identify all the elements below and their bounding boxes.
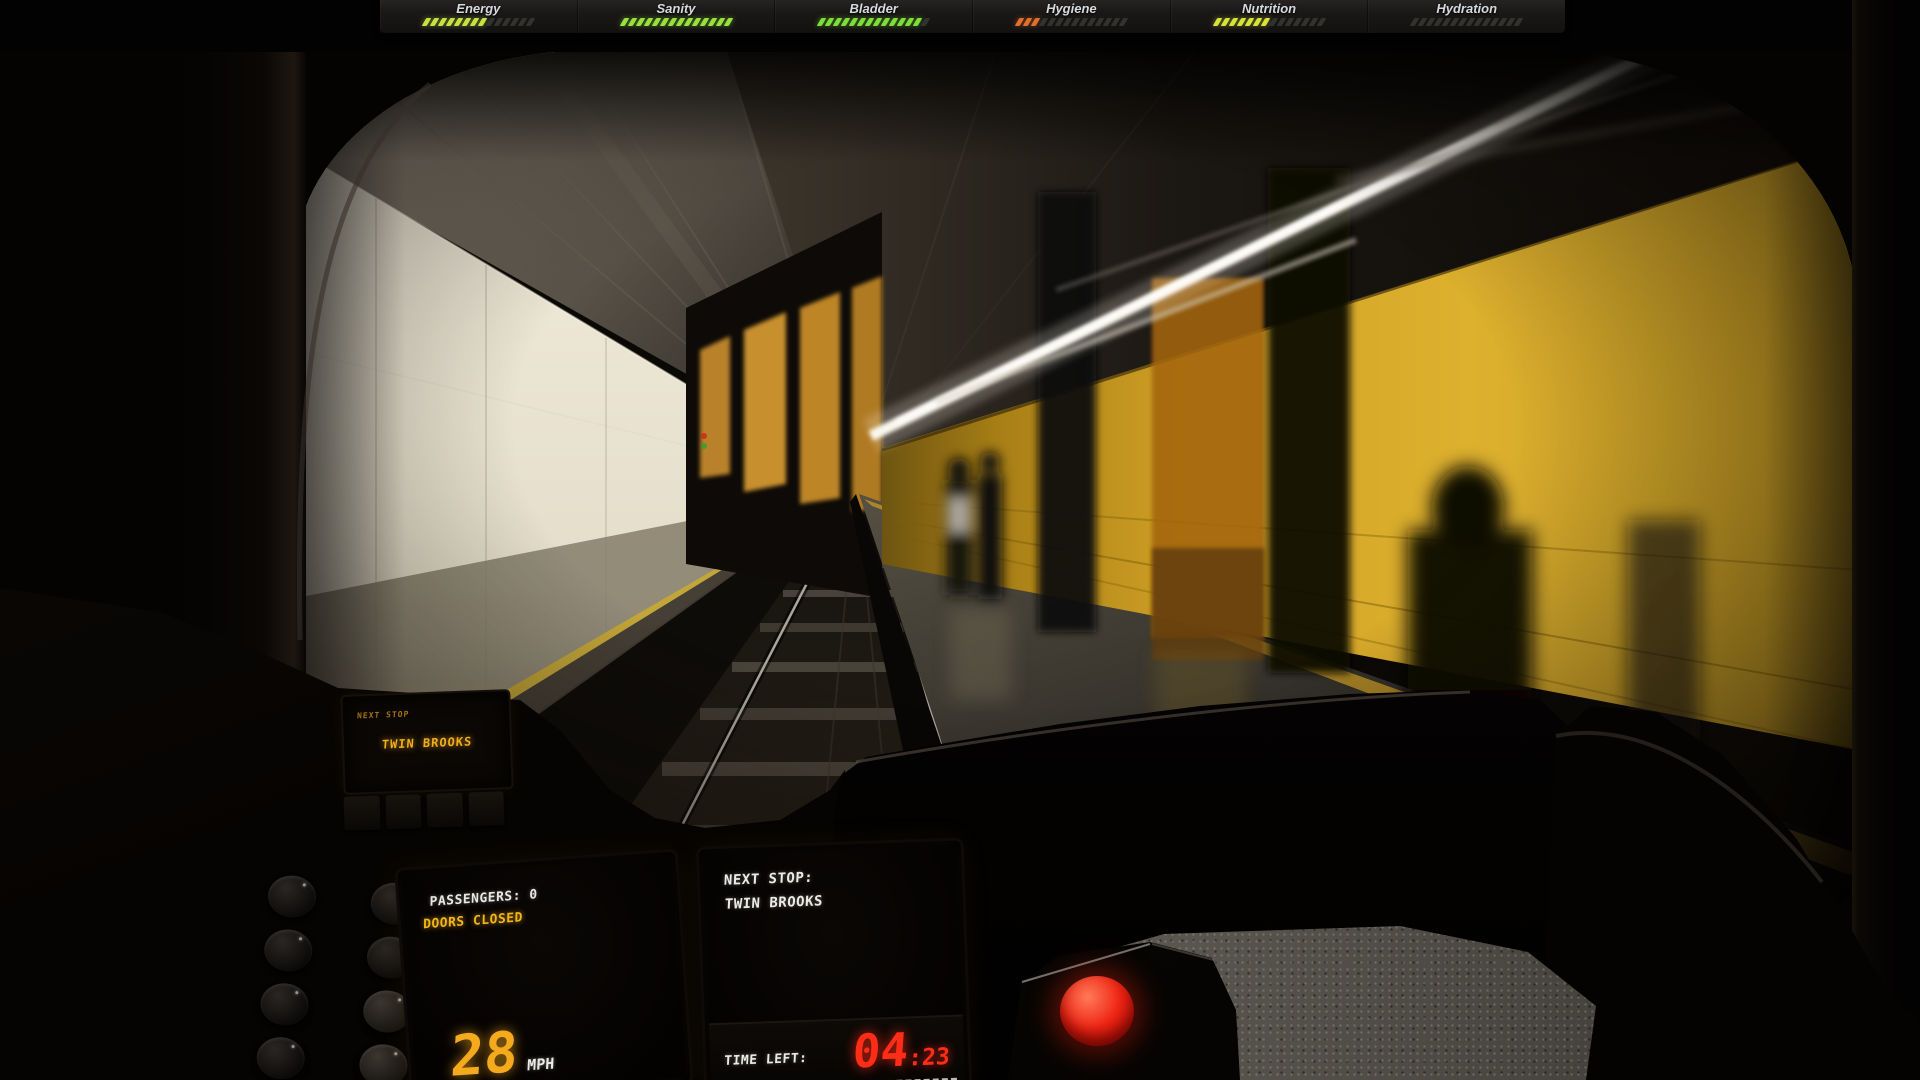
mini-key[interactable] [343, 796, 380, 831]
speed-unit: MPH [527, 1054, 555, 1074]
next-stop-value: TWIN BROOKS [724, 893, 823, 912]
stat-bar-hygiene [1017, 18, 1126, 26]
stat-nutrition: Nutrition [1171, 0, 1369, 33]
stat-bar-energy [424, 18, 533, 26]
console-button[interactable] [358, 1043, 409, 1080]
stat-label: Energy [456, 2, 500, 15]
screen-inner: NEXT STOP: TWIN BROOKS TIME LEFT: 04 :23 [703, 845, 965, 1080]
stat-label: Hydration [1436, 2, 1497, 15]
speed-value: 28 [449, 1025, 519, 1080]
needs-hud: Energy Sanity Bladder Hygiene Nutrition … [380, 0, 1565, 34]
mini-key[interactable] [426, 793, 463, 828]
stat-hydration: Hydration [1368, 0, 1565, 33]
cab-pillar-right [1852, 0, 1920, 1080]
game-viewport: Energy Sanity Bladder Hygiene Nutrition … [0, 0, 1920, 1080]
stat-bar-nutrition [1215, 18, 1324, 26]
console-button[interactable] [259, 982, 310, 1027]
console-button[interactable] [255, 1036, 306, 1080]
mini-station-name: TWIN BROOKS [344, 733, 511, 753]
stat-label: Nutrition [1242, 2, 1296, 15]
stat-bar-bladder [819, 18, 928, 26]
stat-bar-sanity [622, 18, 731, 26]
stat-energy: Energy [380, 0, 578, 33]
mini-key[interactable] [385, 794, 422, 829]
mini-key[interactable] [468, 791, 505, 826]
stat-label: Hygiene [1046, 2, 1097, 15]
timer-seconds: :23 [908, 1044, 951, 1072]
passengers-count: PASSENGERS: 0 [429, 887, 537, 910]
stat-bar-hydration [1412, 18, 1521, 26]
stat-hygiene: Hygiene [973, 0, 1171, 33]
speedometer: 28 MPH [449, 1023, 556, 1080]
console-button[interactable] [263, 928, 314, 973]
timer-minutes: 04 [851, 1026, 910, 1074]
mini-next-stop-label: NEXT STOP [357, 710, 410, 721]
stat-label: Bladder [849, 2, 897, 15]
emergency-stop-button[interactable] [1060, 976, 1134, 1046]
mini-next-stop-display: NEXT STOP TWIN BROOKS [340, 689, 513, 795]
time-left-row: TIME LEFT: 04 :23 [709, 1015, 965, 1080]
doors-status: DOORS CLOSED [423, 910, 523, 932]
stat-bladder: Bladder [775, 0, 973, 33]
next-stop-label: NEXT STOP: [723, 870, 813, 889]
passenger-speed-screen: PASSENGERS: 0 DOORS CLOSED 28 MPH [394, 848, 694, 1080]
screen-inner: PASSENGERS: 0 DOORS CLOSED 28 MPH [402, 856, 687, 1080]
stat-label: Sanity [657, 2, 696, 15]
stat-sanity: Sanity [578, 0, 776, 33]
countdown-timer: 04 :23 [852, 1025, 950, 1074]
time-left-label: TIME LEFT: [724, 1051, 808, 1069]
mini-display-keys [343, 791, 504, 831]
next-stop-screen: NEXT STOP: TWIN BROOKS TIME LEFT: 04 :23 [696, 837, 973, 1080]
console-button[interactable] [267, 874, 318, 919]
